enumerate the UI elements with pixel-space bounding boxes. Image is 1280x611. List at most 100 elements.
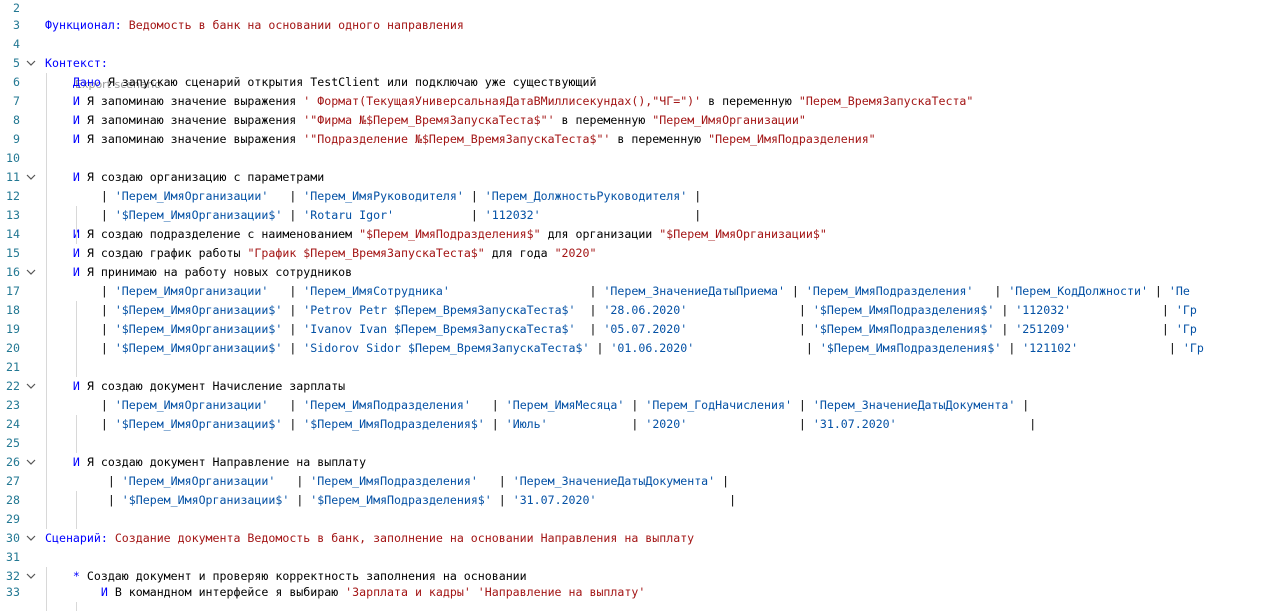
code-line[interactable]: 20 | '$Перем_ИмяОрганизации$' | 'Sidorov… bbox=[0, 339, 1280, 358]
code-line[interactable]: 15 И Я создаю график работы "График $Пер… bbox=[0, 244, 1280, 263]
code-line[interactable]: 27 | 'Перем_ИмяОрганизации' | 'Перем_Имя… bbox=[0, 472, 1280, 491]
code-token: | bbox=[589, 284, 604, 298]
code-token: Я создаю график работы bbox=[86, 246, 248, 260]
code-line[interactable]: 17 | 'Перем_ИмяОрганизации' | 'Перем_Имя… bbox=[0, 282, 1280, 301]
code-token: | bbox=[994, 284, 1009, 298]
code-token: Я запускаю сценарий открытия TestClient … bbox=[107, 75, 597, 89]
code-token: Я создаю документ Направление на выплату bbox=[86, 455, 367, 469]
code-line[interactable]: 29 bbox=[0, 510, 1280, 529]
fold-chevron-icon[interactable] bbox=[26, 377, 40, 396]
code-token: | bbox=[805, 341, 820, 355]
code-line[interactable]: 5 Контекст: bbox=[0, 54, 1280, 73]
line-number: 5 bbox=[13, 56, 20, 70]
code-token: 'Пе bbox=[1168, 284, 1190, 298]
code-token: '$Перем_ИмяОрганизации$' bbox=[114, 341, 290, 355]
fold-chevron-icon[interactable] bbox=[26, 263, 40, 282]
code-line[interactable]: 3 Функционал: Ведомость в банк на основан… bbox=[0, 16, 1280, 35]
code-token: '112032' bbox=[484, 208, 695, 222]
code-line[interactable]: 6 Дано Я запускаю сценарий открытия Test… bbox=[0, 73, 1280, 92]
code-token: 'Перем_ЗначениеДатыДокумента' bbox=[812, 398, 1023, 412]
code-line[interactable]: 9 И Я запоминаю значение выражения '"Под… bbox=[0, 130, 1280, 149]
code-line[interactable]: 23 | 'Перем_ИмяОрганизации' | 'Перем_Имя… bbox=[0, 396, 1280, 415]
code-line[interactable]: 31 bbox=[0, 548, 1280, 567]
code-line[interactable]: 26 И Я создаю документ Направление на вы… bbox=[0, 453, 1280, 472]
code-line[interactable]: 12 | 'Перем_ИмяОрганизации' | 'Перем_Имя… bbox=[0, 187, 1280, 206]
fold-chevron-icon[interactable] bbox=[26, 168, 40, 187]
code-token: | bbox=[100, 341, 115, 355]
code-content: И Я создаю организацию с параметрами bbox=[45, 168, 324, 187]
code-token: 'Petrov Petr $Перем_ВремяЗапускаТеста$' bbox=[303, 303, 590, 317]
code-line[interactable]: 33 И В командном интерфейсе я выбираю 'З… bbox=[0, 583, 1280, 602]
code-content: | 'Перем_ИмяОрганизации' | 'Перем_ИмяПод… bbox=[45, 472, 729, 491]
code-line[interactable]: 14 И Я создаю подразделение с наименован… bbox=[0, 225, 1280, 244]
code-editor[interactable]: Export scenario 2 3 Функционал: Ведомость … bbox=[0, 0, 1280, 611]
code-line[interactable]: 28 | '$Перем_ИмяОрганизации$' | '$Перем_… bbox=[0, 491, 1280, 510]
code-line[interactable]: 25 bbox=[0, 434, 1280, 453]
line-number: 13 bbox=[6, 208, 20, 222]
code-token: '$Перем_ИмяОрганизации$' bbox=[114, 208, 290, 222]
code-line[interactable]: 7 И Я запоминаю значение выражения ' Фор… bbox=[0, 92, 1280, 111]
code-token: | bbox=[1001, 303, 1016, 317]
code-token: | bbox=[100, 208, 115, 222]
line-number: 10 bbox=[6, 151, 20, 165]
code-token: "Перем_ИмяОрганизации" bbox=[652, 113, 806, 127]
code-token: 'Перем_ИмяПодразделения' bbox=[310, 474, 499, 488]
fold-chevron-icon[interactable] bbox=[26, 453, 40, 472]
code-content: | '$Перем_ИмяОрганизации$' | '$Перем_Имя… bbox=[45, 415, 1036, 434]
code-token: | bbox=[289, 341, 304, 355]
code-content: И Я запоминаю значение выражения '"Фирма… bbox=[45, 111, 806, 130]
code-line[interactable]: 30 Сценарий: Создание документа Ведомость… bbox=[0, 529, 1280, 548]
code-content: Контекст: bbox=[45, 54, 108, 73]
code-line[interactable]: 19 | '$Перем_ИмяОрганизации$' | 'Ivanov … bbox=[0, 320, 1280, 339]
code-token: 'Гр bbox=[1175, 322, 1197, 336]
code-token: "Перем_ВремяЗапускаТеста" bbox=[798, 94, 974, 108]
code-line[interactable]: 22 И Я создаю документ Начисление зарпла… bbox=[0, 377, 1280, 396]
code-line[interactable]: 8 И Я запоминаю значение выражения '"Фир… bbox=[0, 111, 1280, 130]
code-content: | '$Перем_ИмяОрганизации$' | 'Ivanov Iva… bbox=[45, 320, 1197, 339]
indent-guide bbox=[76, 491, 77, 529]
code-token: | bbox=[722, 474, 730, 488]
code-content: И Я создаю документ Начисление зарплаты bbox=[45, 377, 345, 396]
code-token: Я запоминаю значение выражения bbox=[86, 94, 304, 108]
code-token: | bbox=[1022, 398, 1030, 412]
code-token: | bbox=[100, 398, 115, 412]
code-token: "2020" bbox=[554, 246, 597, 260]
code-token: '$Перем_ИмяПодразделения$' bbox=[812, 322, 1002, 336]
code-token: 'Перем_ЗначениеДатыДокумента' bbox=[512, 474, 723, 488]
code-token: И bbox=[72, 94, 87, 108]
code-line[interactable]: 10 bbox=[0, 149, 1280, 168]
code-line[interactable]: 13 | '$Перем_ИмяОрганизации$' | 'Rotaru … bbox=[0, 206, 1280, 225]
code-line[interactable]: 21 bbox=[0, 358, 1280, 377]
code-token: | bbox=[1001, 322, 1016, 336]
code-line[interactable]: 11 И Я создаю организацию с параметрами bbox=[0, 168, 1280, 187]
line-number: 21 bbox=[6, 360, 20, 374]
code-token: * bbox=[72, 569, 87, 583]
fold-chevron-icon[interactable] bbox=[26, 529, 40, 548]
code-content: И В командном интерфейсе я выбираю 'Зарп… bbox=[45, 583, 645, 602]
code-line[interactable]: 16 И Я принимаю на работу новых сотрудни… bbox=[0, 263, 1280, 282]
line-number: 26 bbox=[6, 455, 20, 469]
code-line[interactable]: 24 | '$Перем_ИмяОрганизации$' | '$Перем_… bbox=[0, 415, 1280, 434]
code-content: | 'Перем_ИмяОрганизации' | 'Перем_ИмяРук… bbox=[45, 187, 701, 206]
fold-chevron-icon[interactable] bbox=[26, 54, 40, 73]
code-token: "$Перем_ИмяОрганизации$" bbox=[659, 227, 827, 241]
code-line[interactable]: 18 | '$Перем_ИмяОрганизации$' | 'Petrov … bbox=[0, 301, 1280, 320]
code-content: | '$Перем_ИмяОрганизации$' | '$Перем_Имя… bbox=[45, 491, 736, 510]
code-token: | bbox=[107, 474, 122, 488]
code-token: | bbox=[631, 398, 646, 412]
indent-guide bbox=[76, 415, 77, 453]
line-number: 4 bbox=[13, 37, 20, 51]
code-token: | bbox=[100, 284, 115, 298]
code-token: '$Перем_ИмяПодразделения$' bbox=[303, 417, 492, 431]
code-line[interactable]: 4 bbox=[0, 35, 1280, 54]
indent-guide bbox=[76, 602, 77, 611]
